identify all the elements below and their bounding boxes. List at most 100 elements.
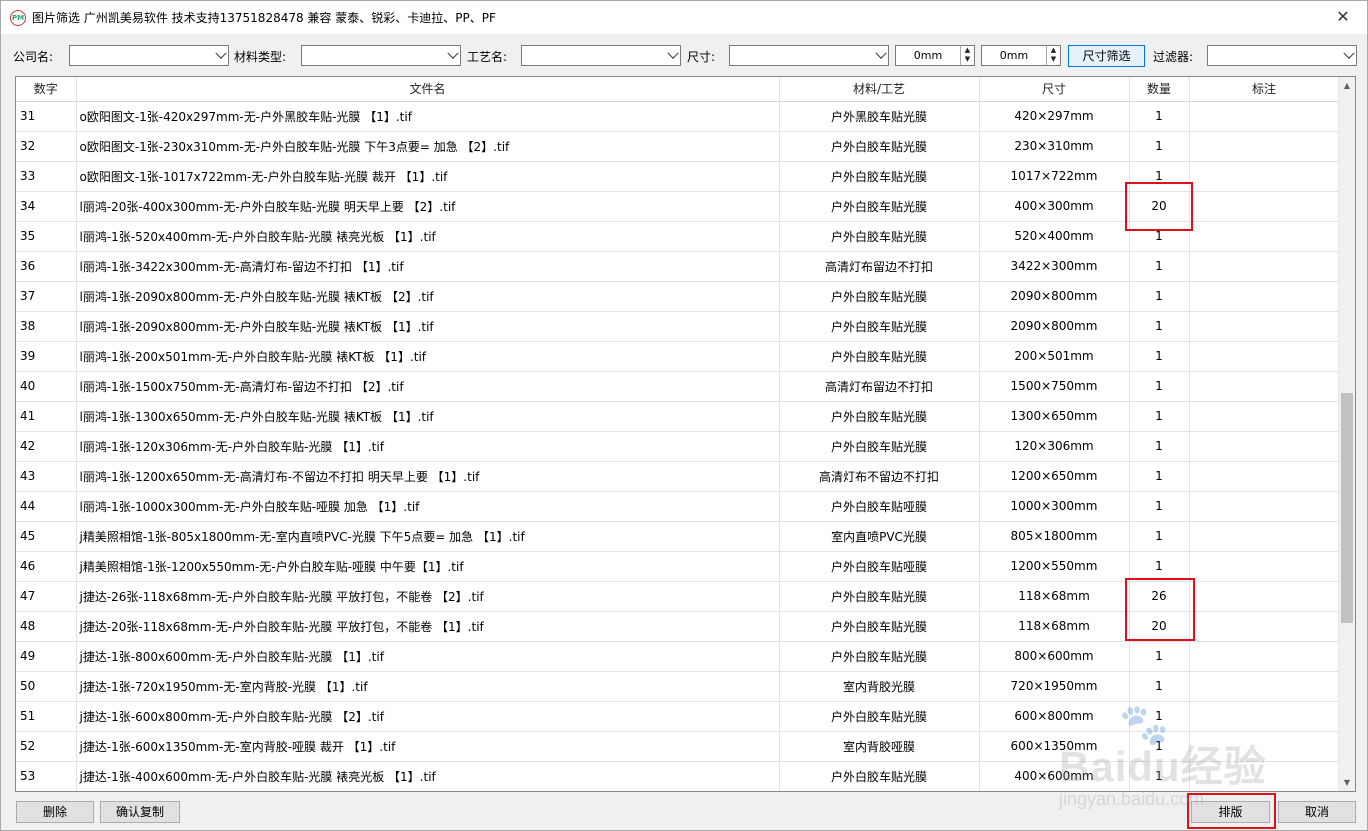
cell-num: 50 [16,671,77,702]
cell-qty: 1 [1129,671,1190,702]
chevron-down-icon [667,47,679,59]
cell-num: 44 [16,491,77,522]
cell-qty: 20 [1129,191,1190,222]
company-label: 公司名: [13,50,54,64]
column-header-filename[interactable]: 文件名 [76,77,780,102]
scroll-down-icon[interactable]: ▼ [1339,774,1355,791]
filter-select[interactable] [1207,45,1357,66]
cell-file: j捷达-1张-720x1950mm-无-室内背胶-光膜 【1】.tif [76,671,780,702]
cell-num: 33 [16,161,77,192]
cell-file: j捷达-1张-400x600mm-无-户外白胶车贴-光膜 裱亮光板 【1】.ti… [76,761,780,791]
table-row[interactable]: 43 l丽鸿-1张-1200x650mm-无-高清灯布-不留边不打扣 明天早上要 … [16,461,1340,492]
column-header-note[interactable]: 标注 [1189,77,1340,102]
delete-button[interactable]: 删除 [16,801,94,823]
cell-file: o欧阳图文-1张-230x310mm-无-户外白胶车贴-光膜 下午3点要= 加急… [76,131,780,162]
cell-size: 120×306mm [979,431,1130,462]
cell-num: 43 [16,461,77,492]
cell-material: 户外白胶车贴光膜 [779,161,980,192]
cell-material: 户外白胶车贴哑膜 [779,551,980,582]
table-row[interactable]: 47 j捷达-26张-118x68mm-无-户外白胶车贴-光膜 平放打包，不能卷 … [16,581,1340,612]
cell-file: l丽鸿-1张-120x306mm-无-户外白胶车贴-光膜 【1】.tif [76,431,780,462]
layout-button[interactable]: 排版 [1191,801,1270,823]
cell-num: 36 [16,251,77,282]
column-header-size[interactable]: 尺寸 [979,77,1130,102]
table-row[interactable]: 36 l丽鸿-1张-3422x300mm-无-高清灯布-留边不打扣 【1】.tif… [16,251,1340,282]
cell-qty: 1 [1129,281,1190,312]
vertical-scrollbar[interactable]: ▲ ▼ [1338,77,1355,791]
table-row[interactable]: 34 l丽鸿-20张-400x300mm-无-户外白胶车贴-光膜 明天早上要 【2… [16,191,1340,222]
cell-file: j捷达-1张-600x800mm-无-户外白胶车贴-光膜 【2】.tif [76,701,780,732]
cell-note [1189,341,1340,372]
cell-qty: 1 [1129,131,1190,162]
table-row[interactable]: 45 j精美照相馆-1张-805x1800mm-无-室内直喷PVC-光膜 下午5点… [16,521,1340,552]
table-row[interactable]: 32 o欧阳图文-1张-230x310mm-无-户外白胶车贴-光膜 下午3点要= … [16,131,1340,162]
table-row[interactable]: 41 l丽鸿-1张-1300x650mm-无-户外白胶车贴-光膜 裱KT板 【1】… [16,401,1340,432]
cell-note [1189,311,1340,342]
column-header-material[interactable]: 材料/工艺 [779,77,980,102]
table-row[interactable]: 35 l丽鸿-1张-520x400mm-无-户外白胶车贴-光膜 裱亮光板 【1】.… [16,221,1340,252]
width-spinner[interactable]: 0mm ▲ ▼ [895,45,975,66]
cell-size: 600×1350mm [979,731,1130,762]
company-select[interactable] [69,45,229,66]
cell-num: 52 [16,731,77,762]
table-row[interactable]: 31 o欧阳图文-1张-420x297mm-无-户外黑胶车贴-光膜 【1】.tif… [16,101,1340,132]
table-row[interactable]: 33 o欧阳图文-1张-1017x722mm-无-户外白胶车贴-光膜 裁开 【1】… [16,161,1340,192]
chevron-down-icon [447,47,459,59]
table-row[interactable]: 48 j捷达-20张-118x68mm-无-户外白胶车贴-光膜 平放打包，不能卷 … [16,611,1340,642]
cell-note [1189,401,1340,432]
table-row[interactable]: 37 l丽鸿-1张-2090x800mm-无-户外白胶车贴-光膜 裱KT板 【2】… [16,281,1340,312]
table-row[interactable]: 50 j捷达-1张-720x1950mm-无-室内背胶-光膜 【1】.tif 室内背… [16,671,1340,702]
table-row[interactable]: 46 j精美照相馆-1张-1200x550mm-无-户外白胶车贴-哑膜 中午要【1… [16,551,1340,582]
table-row[interactable]: 40 l丽鸿-1张-1500x750mm-无-高清灯布-留边不打扣 【2】.tif… [16,371,1340,402]
cell-num: 48 [16,611,77,642]
cell-size: 520×400mm [979,221,1130,252]
table-row[interactable]: 49 j捷达-1张-800x600mm-无-户外白胶车贴-光膜 【1】.tif 户外… [16,641,1340,672]
table-row[interactable]: 52 j捷达-1张-600x1350mm-无-室内背胶-哑膜 裁开 【1】.tif… [16,731,1340,762]
chevron-down-icon [215,47,227,59]
cell-note [1189,371,1340,402]
cell-size: 400×300mm [979,191,1130,222]
spinner-arrows-icon[interactable]: ▲ ▼ [960,46,974,65]
table-row[interactable]: 53 j捷达-1张-400x600mm-无-户外白胶车贴-光膜 裱亮光板 【1】.… [16,761,1340,791]
cell-num: 34 [16,191,77,222]
cell-qty: 1 [1129,491,1190,522]
confirm-copy-button[interactable]: 确认复制 [100,801,180,823]
table-row[interactable]: 39 l丽鸿-1张-200x501mm-无-户外白胶车贴-光膜 裱KT板 【1】.… [16,341,1340,372]
cell-file: l丽鸿-20张-400x300mm-无-户外白胶车贴-光膜 明天早上要 【2】.… [76,191,780,222]
cell-qty: 1 [1129,731,1190,762]
cell-num: 31 [16,101,77,132]
table-row[interactable]: 38 l丽鸿-1张-2090x800mm-无-户外白胶车贴-光膜 裱KT板 【1】… [16,311,1340,342]
scroll-up-icon[interactable]: ▲ [1339,77,1355,94]
cell-material: 户外白胶车贴光膜 [779,281,980,312]
table-row[interactable]: 42 l丽鸿-1张-120x306mm-无-户外白胶车贴-光膜 【1】.tif 户外… [16,431,1340,462]
cell-material: 室内背胶哑膜 [779,731,980,762]
cell-qty: 1 [1129,701,1190,732]
cell-qty: 1 [1129,401,1190,432]
cell-file: l丽鸿-1张-1000x300mm-无-户外白胶车贴-哑膜 加急 【1】.tif [76,491,780,522]
cell-material: 室内直喷PVC光膜 [779,521,980,552]
table-row[interactable]: 51 j捷达-1张-600x800mm-无-户外白胶车贴-光膜 【2】.tif 户外… [16,701,1340,732]
cancel-button[interactable]: 取消 [1278,801,1356,823]
cell-file: j精美照相馆-1张-1200x550mm-无-户外白胶车贴-哑膜 中午要【1】.… [76,551,780,582]
cell-size: 805×1800mm [979,521,1130,552]
height-spinner[interactable]: 0mm ▲ ▼ [981,45,1061,66]
cell-qty: 1 [1129,341,1190,372]
file-list-table[interactable]: 数字 文件名 材料/工艺 尺寸 数量 标注 31 o欧阳图文-1张-420x297… [15,76,1356,792]
size-select[interactable] [729,45,889,66]
cell-note [1189,641,1340,672]
cell-num: 47 [16,581,77,612]
process-select[interactable] [521,45,681,66]
spinner-arrows-icon[interactable]: ▲ ▼ [1046,46,1060,65]
cell-size: 118×68mm [979,611,1130,642]
column-header-number[interactable]: 数字 [16,77,77,102]
size-filter-button[interactable]: 尺寸筛选 [1068,45,1145,67]
table-row[interactable]: 44 l丽鸿-1张-1000x300mm-无-户外白胶车贴-哑膜 加急 【1】.t… [16,491,1340,522]
material-type-select[interactable] [301,45,461,66]
close-button[interactable]: ✕ [1333,7,1353,27]
cell-material: 户外白胶车贴光膜 [779,611,980,642]
cell-note [1189,101,1340,132]
scroll-thumb[interactable] [1341,393,1353,623]
cell-file: l丽鸿-1张-520x400mm-无-户外白胶车贴-光膜 裱亮光板 【1】.ti… [76,221,780,252]
column-header-quantity[interactable]: 数量 [1129,77,1190,102]
cell-file: j精美照相馆-1张-805x1800mm-无-室内直喷PVC-光膜 下午5点要=… [76,521,780,552]
